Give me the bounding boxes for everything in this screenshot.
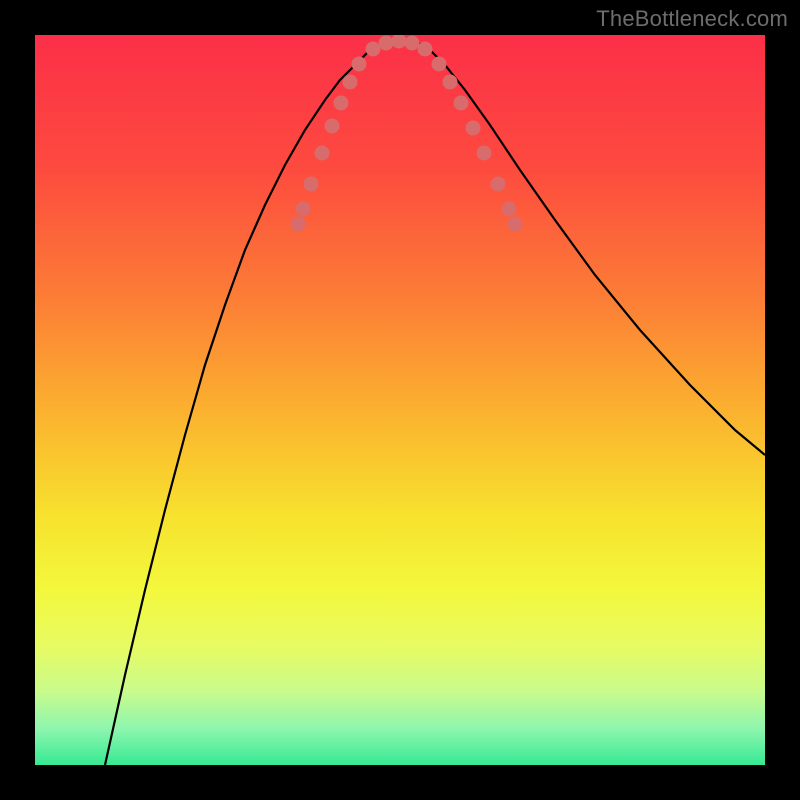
marker-dot <box>405 36 420 51</box>
plot-area <box>35 35 765 765</box>
marker-dot <box>454 96 469 111</box>
marker-dot <box>379 36 394 51</box>
marker-dot <box>291 217 306 232</box>
marker-dot <box>352 57 367 72</box>
marker-dot <box>315 146 330 161</box>
marker-dot <box>502 202 517 217</box>
marker-dot <box>325 119 340 134</box>
marker-dot <box>477 146 492 161</box>
marker-dot <box>343 75 358 90</box>
marker-dot <box>334 96 349 111</box>
marker-dot <box>418 42 433 57</box>
marker-dot <box>508 217 523 232</box>
marker-dot <box>432 57 447 72</box>
marker-dot <box>366 42 381 57</box>
outer-frame: TheBottleneck.com <box>0 0 800 800</box>
marker-dot <box>466 121 481 136</box>
watermark-text: TheBottleneck.com <box>596 6 788 32</box>
marker-dot <box>491 177 506 192</box>
plot-svg <box>35 35 765 765</box>
marker-dot <box>304 177 319 192</box>
marker-dot <box>296 202 311 217</box>
marker-dot <box>443 75 458 90</box>
gradient-rect <box>35 35 765 765</box>
